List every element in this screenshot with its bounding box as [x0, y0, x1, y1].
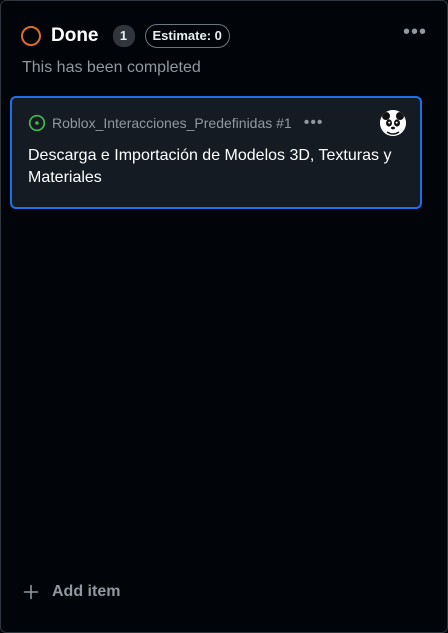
panda-avatar-icon: [380, 110, 406, 136]
issue-card[interactable]: Roblox_Interacciones_Predefinidas #1 •••…: [10, 96, 422, 209]
board-column: Done 1 Estimate: 0 ••• This has been com…: [0, 0, 448, 633]
card-meta: Roblox_Interacciones_Predefinidas #1 •••: [28, 114, 324, 132]
repo-reference[interactable]: Roblox_Interacciones_Predefinidas #1: [52, 115, 292, 131]
column-header: Done 1 Estimate: 0 •••: [21, 21, 433, 49]
status-circle-icon: [21, 26, 41, 46]
add-item-button[interactable]: Add item: [23, 583, 120, 601]
column-more-options-icon[interactable]: •••: [403, 21, 427, 44]
estimate-badge: Estimate: 0: [144, 24, 230, 48]
column-title: Done: [51, 25, 99, 46]
assignee-avatar[interactable]: [380, 110, 406, 136]
column-description: This has been completed: [22, 59, 201, 76]
plus-icon: [23, 584, 39, 600]
issue-open-icon: [28, 114, 46, 132]
item-count-badge: 1: [112, 25, 135, 47]
card-more-options-icon[interactable]: •••: [304, 114, 324, 132]
add-item-label: Add item: [52, 583, 121, 600]
card-title[interactable]: Descarga e Importación de Modelos 3D, Te…: [28, 145, 413, 189]
